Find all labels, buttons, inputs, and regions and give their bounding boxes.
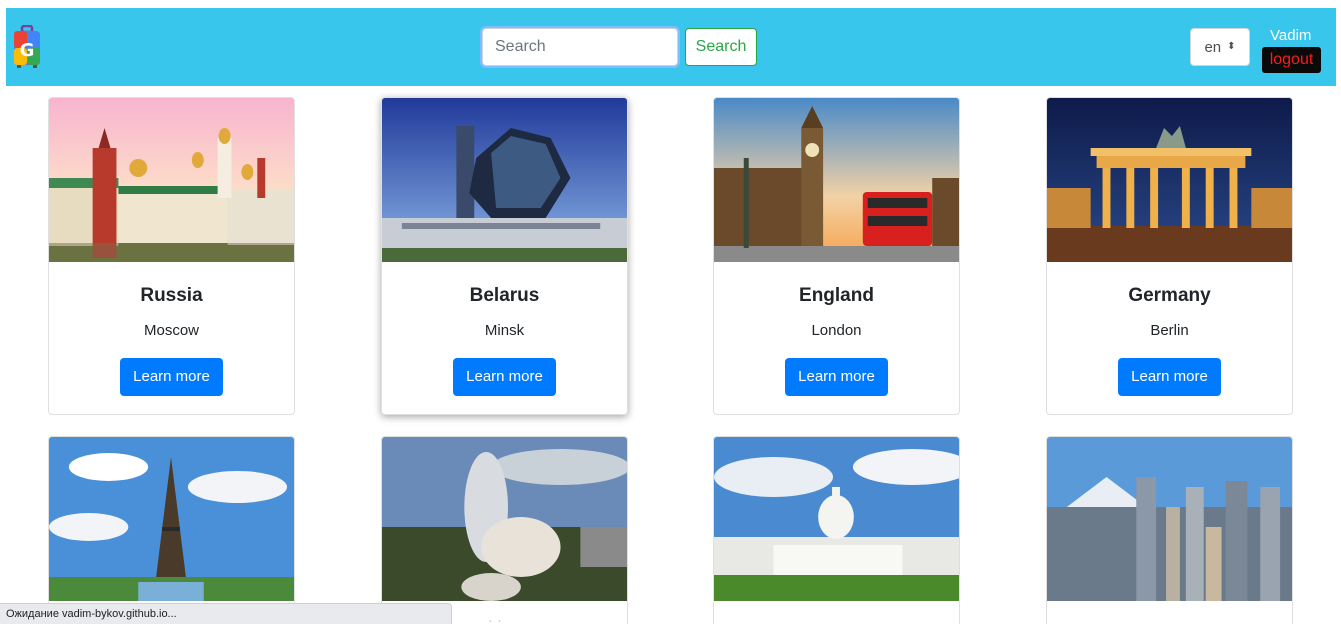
- big-ben-image: [714, 98, 959, 262]
- card-country-title: England: [799, 285, 874, 306]
- card-capital-text: Moscow: [143, 322, 199, 339]
- top-navbar: G Search en ⬍ Vadim logout: [6, 8, 1336, 86]
- national-library-image: [382, 98, 627, 262]
- learn-more-button[interactable]: Learn more: [453, 358, 556, 396]
- browser-status-bar: Ожидание vadim-bykov.github.io...: [0, 603, 452, 624]
- brandenburg-gate-image: [1047, 98, 1292, 262]
- user-name: Vadim: [1270, 27, 1312, 44]
- card-country-title: Germany: [1128, 285, 1211, 306]
- learn-more-button[interactable]: Learn more: [120, 358, 223, 396]
- kremlin-image: [49, 98, 294, 262]
- country-card-germany: Germany Berlin Learn more: [1046, 97, 1293, 415]
- eiffel-tower-image: [49, 437, 294, 601]
- language-select-value: en: [1204, 38, 1222, 56]
- card-capital-text: London: [811, 322, 862, 339]
- country-card-france: [48, 436, 295, 624]
- country-card-belarus: Belarus Minsk Learn more: [381, 97, 628, 415]
- country-card-usa: [713, 436, 960, 624]
- learn-more-button[interactable]: Learn more: [785, 358, 888, 396]
- updown-caret-icon: ⬍: [1227, 41, 1236, 52]
- capitol-building-image: [714, 437, 959, 601]
- card-country-title: Belarus: [469, 285, 540, 306]
- language-select[interactable]: en ⬍: [1190, 28, 1250, 66]
- tokyo-fuji-image: [1047, 437, 1292, 601]
- country-card-england: England London Learn more: [713, 97, 960, 415]
- partial-card-title: · ·: [488, 612, 503, 624]
- g-suitcase-logo-icon[interactable]: G: [12, 25, 42, 70]
- country-card-china: [381, 436, 628, 624]
- card-country-title: Russia: [140, 285, 203, 306]
- logout-button[interactable]: logout: [1262, 47, 1321, 73]
- svg-text:G: G: [20, 40, 35, 61]
- learn-more-button[interactable]: Learn more: [1118, 358, 1221, 396]
- galaxy-soho-image: [382, 437, 627, 601]
- search-button[interactable]: Search: [685, 28, 757, 66]
- search-input[interactable]: [480, 26, 680, 68]
- country-card-japan: [1046, 436, 1293, 624]
- card-capital-text: Minsk: [484, 322, 525, 339]
- country-card-russia: Russia Moscow Learn more: [48, 97, 295, 415]
- card-capital-text: Berlin: [1150, 322, 1189, 339]
